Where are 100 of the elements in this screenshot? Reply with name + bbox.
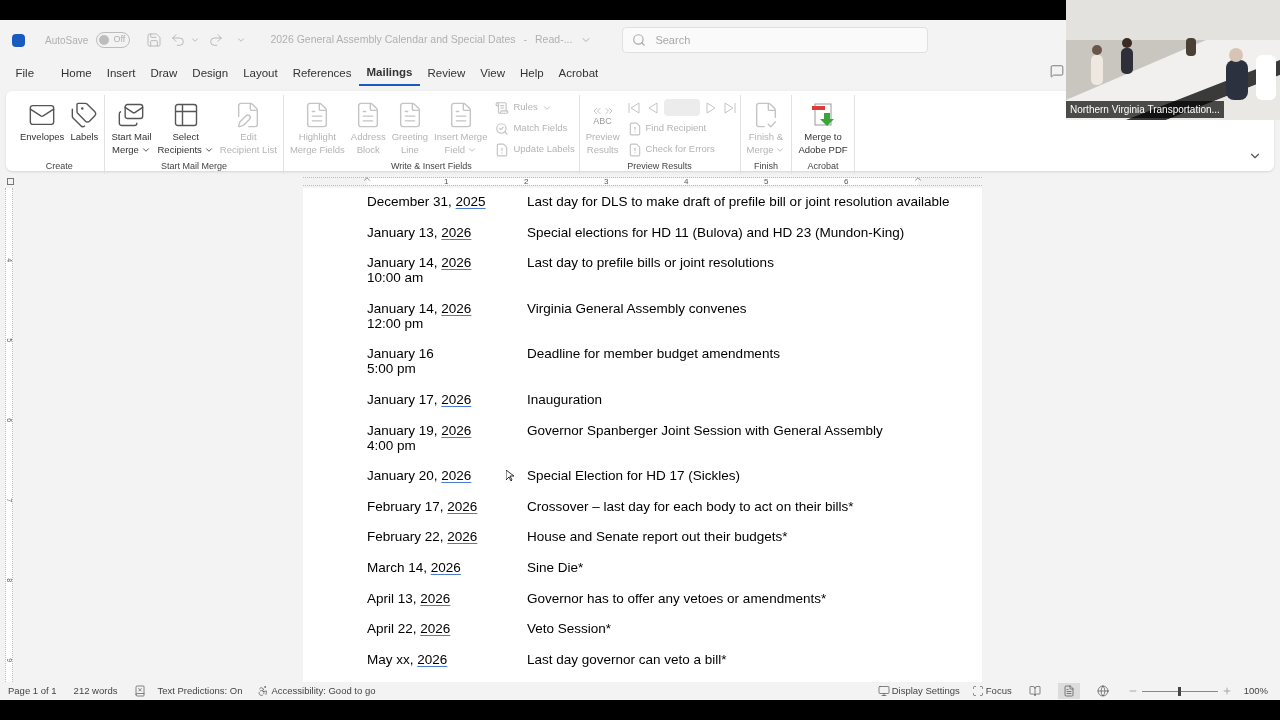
view-button[interactable] bbox=[1057, 683, 1080, 699]
event-time: 12:00 pm bbox=[367, 315, 424, 331]
zoom-in-icon[interactable] bbox=[1221, 686, 1232, 696]
event-date: February 17, 2026 bbox=[367, 498, 478, 514]
group-label: Start Mail Merge bbox=[161, 160, 228, 173]
ribbon-tab[interactable]: References bbox=[285, 62, 359, 86]
event-date: January 20, 2026 bbox=[367, 468, 472, 484]
event-description: Governor Spanberger Joint Session with General Assembly bbox=[527, 422, 884, 440]
abc-label: ABC bbox=[593, 116, 612, 126]
group-label: Write & Insert Fields bbox=[390, 160, 472, 173]
event-date: February 22, 2026 bbox=[367, 529, 478, 545]
indent-marker-icon[interactable] bbox=[362, 174, 372, 184]
event-date: January 16 bbox=[367, 346, 434, 362]
ruler-number: 2 bbox=[524, 176, 529, 188]
event-date: January 14, 2026 bbox=[367, 255, 472, 271]
event-description: Special Election for HD 17 (Sickles) bbox=[527, 468, 742, 484]
customize-icon[interactable] bbox=[236, 35, 247, 45]
zoom-percentage[interactable]: 100% bbox=[1243, 683, 1268, 699]
read-mode-icon bbox=[1028, 685, 1041, 697]
mouse-cursor-icon bbox=[506, 470, 514, 482]
autosave-label: AutoSave bbox=[45, 33, 89, 48]
event-date: May xx, 2026 bbox=[367, 651, 448, 667]
indent-marker-icon[interactable] bbox=[913, 174, 923, 184]
ribbon-tab[interactable]: Home bbox=[53, 62, 100, 86]
ribbon-button[interactable]: Envelopes bbox=[18, 95, 67, 144]
document-title: 2026 General Assembly Calendar and Special Dates bbox=[270, 32, 516, 48]
proofing-icon[interactable] bbox=[134, 685, 147, 697]
ribbon-button[interactable]: Start Mail Merge bbox=[109, 95, 154, 156]
search-field[interactable]: Search bbox=[622, 27, 929, 53]
documents-envelope-icon bbox=[117, 101, 146, 129]
save-icon[interactable] bbox=[146, 32, 163, 48]
group-label: Preview Results bbox=[627, 160, 692, 173]
ribbon-tab[interactable]: Design bbox=[184, 62, 236, 86]
focus-button[interactable]: Focus bbox=[985, 683, 1012, 699]
ribbon-tab[interactable]: Draw bbox=[143, 62, 185, 86]
find-icon bbox=[495, 121, 510, 136]
event-date: January 13, 2026 bbox=[367, 224, 472, 240]
event-description: Last day for DLS to make draft of prefile bill or joint resolution available bbox=[527, 194, 951, 209]
caret-icon[interactable] bbox=[190, 35, 201, 45]
event-date: March 14, 2026 bbox=[367, 559, 461, 575]
group-label: Acrobat bbox=[807, 160, 839, 173]
event-date: January 17, 2026 bbox=[367, 391, 472, 407]
event-description: Deadline for member budget amendments bbox=[527, 346, 781, 364]
title-separator: - bbox=[523, 32, 528, 48]
event-description: Last day governor can veto a bill* bbox=[527, 651, 728, 667]
ribbon-tab[interactable]: Layout bbox=[235, 62, 286, 86]
event-description: Veto Session* bbox=[527, 621, 613, 637]
ribbon-tab[interactable]: Acrobat bbox=[551, 62, 606, 86]
event-time: 5:00 pm bbox=[367, 361, 416, 377]
ribbon-tab[interactable]: Review bbox=[420, 62, 473, 86]
event-description: Inauguration bbox=[527, 391, 604, 407]
ruler-number: 4 bbox=[684, 176, 689, 188]
ruler-number: 5 bbox=[764, 176, 769, 188]
rules-icon bbox=[495, 100, 510, 115]
display-settings-icon bbox=[877, 685, 890, 697]
text-predictions-status[interactable]: Text Predictions: On bbox=[157, 683, 243, 699]
search-icon bbox=[632, 33, 647, 47]
ruler-number: 6 bbox=[844, 176, 849, 188]
event-description: Virginia General Assembly convenes bbox=[527, 300, 748, 318]
word-logo-icon bbox=[12, 33, 25, 47]
event-description: Sine Die* bbox=[527, 559, 585, 575]
ribbon-tab[interactable]: Help bbox=[512, 62, 552, 86]
event-description: Governor has to offer any vetoes or amendments* bbox=[527, 590, 828, 606]
redo-icon[interactable] bbox=[208, 32, 225, 48]
event-time: 10:00 am bbox=[367, 270, 424, 286]
event-time: 4:00 pm bbox=[367, 437, 416, 453]
zoom-slider-thumb[interactable] bbox=[1178, 686, 1182, 696]
display-settings-button[interactable]: Display Settings bbox=[891, 683, 960, 699]
event-date: December 31, 2025 bbox=[367, 194, 486, 209]
ribbon-tab[interactable]: Insert bbox=[99, 62, 143, 86]
word-count[interactable]: 212 words bbox=[73, 683, 118, 699]
group-label: Create bbox=[45, 160, 73, 173]
participant-name: Northern Virginia Transportation... bbox=[1066, 101, 1224, 118]
page-count[interactable]: Page 1 of 1 bbox=[8, 683, 57, 699]
pdf-download-icon bbox=[809, 101, 837, 129]
event-description: Last day to prefile bills or joint resolutions bbox=[527, 255, 775, 273]
ribbon-tab[interactable]: View bbox=[472, 62, 513, 86]
labels-icon bbox=[70, 101, 99, 129]
ruler-number: 1 bbox=[444, 176, 449, 188]
ribbon-button[interactable]: Merge to Adobe PDF bbox=[796, 95, 850, 156]
event-date: January 14, 2026 bbox=[367, 300, 472, 316]
group-label: Finish bbox=[753, 160, 778, 173]
undo-icon[interactable] bbox=[170, 32, 187, 48]
ribbon-button[interactable]: Select Recipients bbox=[155, 95, 216, 156]
event-date: April 13, 2026 bbox=[367, 590, 451, 606]
event-description: Crossover – last day for each body to act on their bills* bbox=[527, 498, 855, 514]
focus-icon bbox=[971, 685, 984, 697]
web-layout-icon bbox=[1096, 685, 1109, 697]
event-description: Special elections for HD 11 (Bulova) and HD 23 (Mundon-King) bbox=[527, 224, 906, 240]
ribbon-tab[interactable]: Mailings bbox=[359, 62, 420, 86]
ribbon-tab[interactable]: File bbox=[8, 62, 42, 86]
document-status: Read-... bbox=[535, 32, 573, 48]
accessibility-icon bbox=[257, 685, 270, 697]
comments-icon[interactable] bbox=[1050, 64, 1064, 78]
event-date: January 19, 2026 bbox=[367, 422, 472, 438]
ribbon-button[interactable]: Labels bbox=[68, 95, 101, 144]
accessibility-status[interactable]: Accessibility: Good to go bbox=[271, 683, 376, 699]
event-date: April 22, 2026 bbox=[367, 621, 451, 637]
tab-selector-icon[interactable] bbox=[7, 178, 14, 185]
event-description: House and Senate report out their budgets* bbox=[527, 529, 789, 545]
